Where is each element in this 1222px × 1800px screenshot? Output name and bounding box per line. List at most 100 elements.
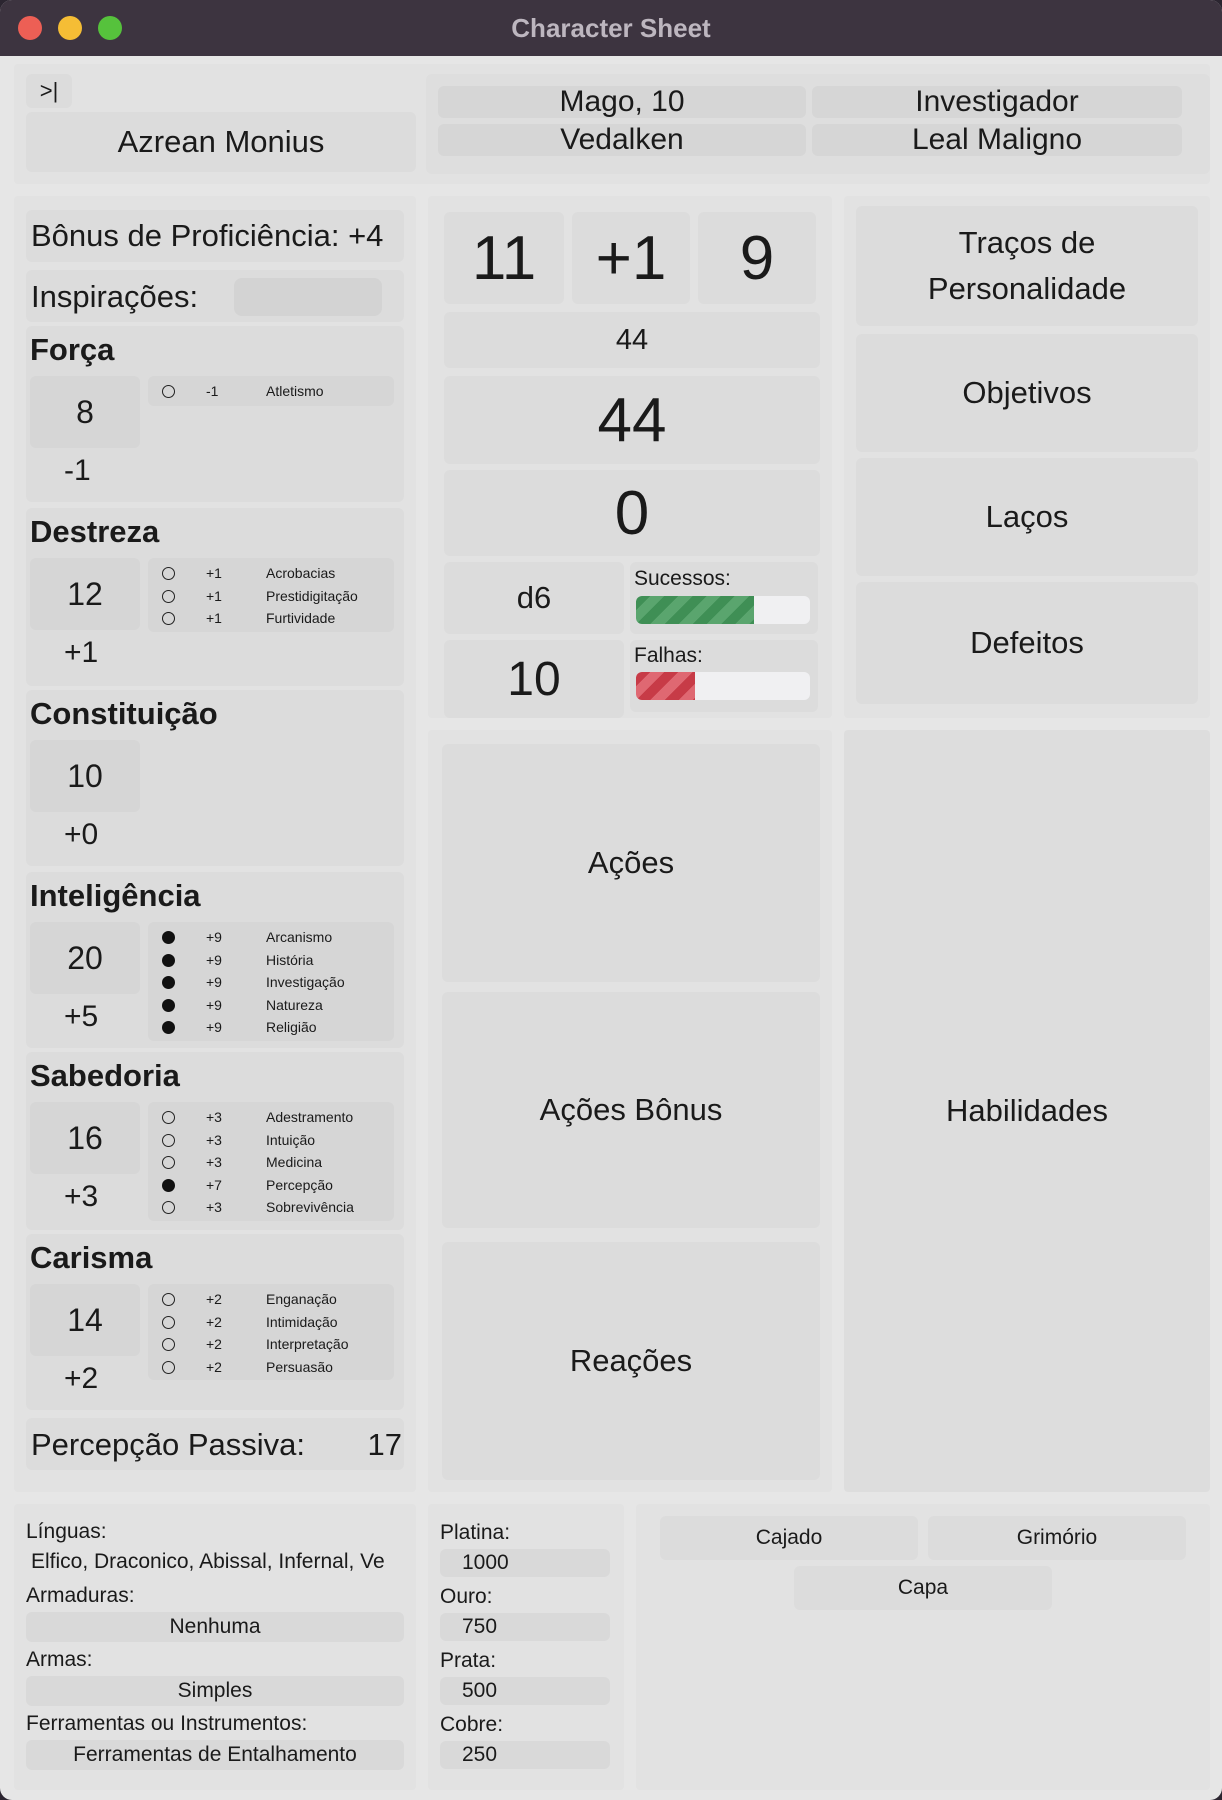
successes-label: Sucessos: — [634, 567, 731, 590]
death-saves-successes: Sucessos: — [630, 562, 818, 634]
ability-block: Constituição 10 +0 — [26, 690, 404, 866]
skill-bonus: +1 — [206, 587, 222, 604]
alignment-field[interactable]: Leal Maligno — [812, 123, 1182, 156]
inspiration-input[interactable] — [234, 278, 382, 316]
not-proficient-dot-icon[interactable] — [162, 385, 175, 398]
languages-label: Línguas: — [26, 1520, 107, 1543]
skill-row[interactable]: +1 Prestidigitação — [162, 585, 390, 607]
proficient-dot-icon[interactable] — [162, 931, 175, 944]
weapons-field[interactable]: Simples — [26, 1676, 404, 1706]
hit-dice[interactable]: d6 — [444, 562, 624, 634]
gold-field[interactable]: 750 — [440, 1613, 610, 1641]
ability-modifier: -1 — [64, 454, 91, 487]
character-name-field[interactable]: Azrean Monius — [26, 112, 416, 172]
ability-name: Carisma — [30, 1240, 153, 1275]
ability-name: Destreza — [30, 514, 160, 549]
hp-current[interactable]: 44 — [444, 376, 820, 464]
skill-row[interactable]: +9 Natureza — [162, 994, 390, 1016]
skill-row[interactable]: +2 Persuasão — [162, 1356, 390, 1378]
hit-dice-total[interactable]: 10 — [444, 640, 624, 718]
copper-field[interactable]: 250 — [440, 1741, 610, 1769]
ability-block: Inteligência 20 +5 +9 Arcanismo +9 História +9 I… — [26, 872, 404, 1048]
skill-row[interactable]: +9 Religião — [162, 1016, 390, 1038]
skill-name: Natureza — [266, 996, 323, 1013]
proficient-dot-icon[interactable] — [162, 1178, 175, 1192]
skill-row[interactable]: +9 Arcanismo — [162, 926, 390, 948]
skill-row[interactable]: +3 Adestramento — [162, 1106, 390, 1128]
ability-score[interactable]: 10 — [30, 740, 140, 812]
skill-row[interactable]: +2 Interpretação — [162, 1333, 390, 1355]
not-proficient-dot-icon[interactable] — [162, 1338, 175, 1351]
skill-row[interactable]: -1 Atletismo — [162, 380, 390, 402]
proficient-dot-icon[interactable] — [162, 976, 175, 989]
ability-score[interactable]: 16 — [30, 1102, 140, 1174]
ability-name: Sabedoria — [30, 1058, 180, 1093]
class-level-field[interactable]: Mago, 10 — [438, 85, 806, 118]
languages-field[interactable]: Elfico, Draconico, Abissal, Infernal, Ve — [26, 1547, 404, 1577]
skill-row[interactable]: +3 Medicina — [162, 1151, 390, 1173]
proficient-dot-icon[interactable] — [162, 1021, 175, 1034]
skill-row[interactable]: +3 Sobrevivência — [162, 1196, 390, 1218]
skill-bonus: +2 — [206, 1313, 222, 1330]
ability-score[interactable]: 8 — [30, 376, 140, 448]
proficient-dot-icon[interactable] — [162, 998, 175, 1012]
platinum-field[interactable]: 1000 — [440, 1549, 610, 1577]
race-field[interactable]: Vedalken — [438, 123, 806, 156]
speed[interactable]: 9 — [698, 212, 816, 304]
actions-button[interactable]: Ações — [442, 744, 820, 982]
silver-field[interactable]: 500 — [440, 1677, 610, 1705]
bonds-button[interactable]: Laços — [856, 458, 1198, 576]
not-proficient-dot-icon[interactable] — [162, 589, 175, 603]
ability-name: Inteligência — [30, 878, 201, 913]
sidebar-toggle-button[interactable]: >| — [26, 74, 72, 108]
ability-block: Força 8 -1 -1 Atletismo — [26, 326, 404, 502]
initiative[interactable]: +1 — [572, 212, 690, 304]
armor-field[interactable]: Nenhuma — [26, 1612, 404, 1642]
skill-row[interactable]: +2 Enganação — [162, 1288, 390, 1310]
not-proficient-dot-icon[interactable] — [162, 1360, 175, 1374]
background-field[interactable]: Investigador — [812, 85, 1182, 118]
not-proficient-dot-icon[interactable] — [162, 612, 175, 625]
skill-name: Religião — [266, 1019, 317, 1035]
reactions-button[interactable]: Reações — [442, 1242, 820, 1480]
equipment-item-capa[interactable]: Capa — [794, 1566, 1052, 1610]
ideals-button[interactable]: Objetivos — [856, 334, 1198, 452]
skill-name: Intimidação — [266, 1313, 338, 1330]
flaws-button[interactable]: Defeitos — [856, 582, 1198, 704]
bonus-actions-button[interactable]: Ações Bônus — [442, 992, 820, 1228]
tools-field[interactable]: Ferramentas de Entalhamento — [26, 1740, 404, 1770]
character-sheet-window: Character Sheet >| Azrean Monius Mago, 1… — [0, 0, 1222, 1800]
skill-name: Interpretação — [266, 1336, 349, 1352]
not-proficient-dot-icon[interactable] — [162, 1293, 175, 1306]
not-proficient-dot-icon[interactable] — [162, 1315, 175, 1329]
not-proficient-dot-icon[interactable] — [162, 1156, 175, 1169]
skill-row[interactable]: +9 Investigação — [162, 971, 390, 993]
abilities-features-button[interactable]: Habilidades — [844, 730, 1210, 1492]
skill-row[interactable]: +7 Percepção — [162, 1174, 390, 1196]
proficient-dot-icon[interactable] — [162, 953, 175, 967]
personality-traits-button[interactable]: Traços de Personalidade — [856, 206, 1198, 326]
ability-score[interactable]: 12 — [30, 558, 140, 630]
skill-row[interactable]: +1 Acrobacias — [162, 562, 390, 584]
not-proficient-dot-icon[interactable] — [162, 1201, 175, 1214]
skill-name: Prestidigitação — [266, 587, 358, 604]
equipment-item-cajado[interactable]: Cajado — [660, 1516, 918, 1560]
not-proficient-dot-icon[interactable] — [162, 1133, 175, 1147]
equipment-item-grimorio[interactable]: Grimório — [928, 1516, 1186, 1560]
armor-class[interactable]: 11 — [444, 212, 564, 304]
passive-perception-value: 17 — [367, 1427, 402, 1462]
title-bar: Character Sheet — [0, 0, 1222, 56]
ability-block: Carisma 14 +2 +2 Enganação +2 Intimidação +2 Int… — [26, 1234, 404, 1410]
ability-score[interactable]: 20 — [30, 922, 140, 994]
not-proficient-dot-icon[interactable] — [162, 1111, 175, 1124]
hp-temp[interactable]: 0 — [444, 470, 820, 556]
skill-row[interactable]: +3 Intuição — [162, 1129, 390, 1151]
skill-row[interactable]: +9 História — [162, 949, 390, 971]
skill-name: Arcanismo — [266, 929, 333, 945]
hp-max[interactable]: 44 — [444, 312, 820, 368]
ability-score[interactable]: 14 — [30, 1284, 140, 1356]
skill-row[interactable]: +1 Furtividade — [162, 607, 390, 629]
ability-modifier: +2 — [64, 1362, 99, 1395]
skill-row[interactable]: +2 Intimidação — [162, 1311, 390, 1333]
not-proficient-dot-icon[interactable] — [162, 567, 175, 580]
